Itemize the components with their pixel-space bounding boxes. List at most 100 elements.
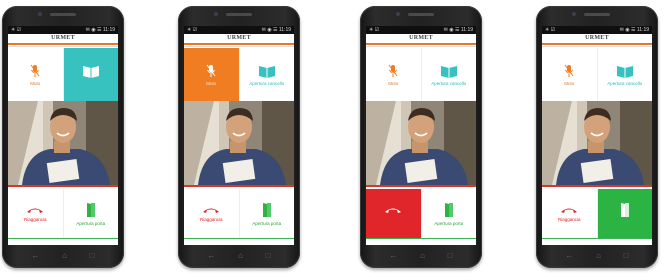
mute-button[interactable]: Muto — [542, 48, 598, 101]
front-camera — [38, 12, 42, 16]
home-icon[interactable]: ⌂ — [596, 252, 601, 260]
door-icon — [444, 202, 453, 217]
gate-icon — [440, 65, 457, 78]
mic-off-icon — [206, 64, 216, 77]
brand-logo: URMET — [409, 35, 433, 41]
door-open-button[interactable]: Apertura porta — [63, 189, 118, 238]
door-icon — [262, 202, 271, 217]
status-right: ✉ ◉ ☰ 11:19 — [443, 27, 473, 33]
gate-open-button[interactable]: Apertura cancello — [63, 48, 118, 101]
home-icon[interactable]: ⌂ — [238, 252, 243, 260]
hangup-label: Riaggancia — [23, 216, 47, 222]
status-bar: ✳ ☑ ✉ ◉ ☰ 11:19 — [184, 26, 294, 34]
brand-logo: URMET — [585, 35, 609, 41]
status-right: ✉ ◉ ☰ 11:19 — [261, 27, 291, 33]
brand-logo: URMET — [227, 35, 251, 41]
recents-icon[interactable]: □ — [624, 252, 629, 260]
door-open-button[interactable]: Apertura porta — [239, 189, 294, 238]
home-icon[interactable]: ⌂ — [420, 252, 425, 260]
mute-button[interactable]: Muto — [184, 48, 240, 101]
status-left: ✳ ☑ — [545, 27, 556, 33]
door-open-button[interactable]: Apertura porta — [597, 189, 652, 238]
speaker-grille — [50, 13, 76, 16]
mic-off-icon — [564, 64, 574, 77]
nav-bar: ← ⌂ □ — [360, 252, 482, 260]
back-icon[interactable]: ← — [389, 252, 397, 260]
mute-button[interactable]: Muto — [366, 48, 422, 101]
video-feed — [366, 101, 476, 187]
video-feed — [184, 101, 294, 187]
recents-icon[interactable]: □ — [448, 252, 453, 260]
hangup-label: Riaggancia — [557, 216, 581, 222]
gate-icon — [82, 65, 99, 78]
status-left: ✳ ☑ — [11, 27, 22, 33]
gate-open-label: Apertura cancello — [431, 80, 467, 86]
mute-label: Muto — [206, 80, 217, 86]
nav-bar: ← ⌂ □ — [178, 252, 300, 260]
mute-label: Muto — [388, 80, 399, 86]
recents-icon[interactable]: □ — [266, 252, 271, 260]
back-icon[interactable]: ← — [565, 252, 573, 260]
phone-screen: ✳ ☑ ✉ ◉ ☰ 11:19 URMET Muto Apertura canc… — [184, 26, 294, 245]
app-header: URMET — [8, 34, 118, 47]
speaker-grille — [226, 13, 252, 16]
speaker-grille — [584, 13, 610, 16]
app-header: URMET — [184, 34, 294, 47]
front-camera — [214, 12, 218, 16]
nav-bar: ← ⌂ □ — [2, 252, 124, 260]
gate-open-button[interactable]: Apertura cancello — [421, 48, 476, 101]
divider — [542, 238, 652, 239]
mic-off-icon — [388, 64, 398, 77]
door-icon — [620, 202, 629, 217]
status-bar: ✳ ☑ ✉ ◉ ☰ 11:19 — [8, 26, 118, 34]
gate-open-button[interactable]: Apertura cancello — [597, 48, 652, 101]
visitor-image — [184, 101, 294, 185]
divider — [184, 238, 294, 239]
hangup-icon — [561, 208, 578, 213]
recents-icon[interactable]: □ — [90, 252, 95, 260]
hangup-icon — [203, 208, 220, 213]
gate-open-button[interactable]: Apertura cancello — [239, 48, 294, 101]
hangup-label: Riaggancia — [199, 216, 223, 222]
visitor-image — [366, 101, 476, 185]
gate-open-label: Apertura cancello — [607, 80, 643, 86]
hangup-button[interactable]: Riaggancia — [184, 189, 240, 238]
home-icon[interactable]: ⌂ — [62, 252, 67, 260]
status-right: ✉ ◉ ☰ 11:19 — [85, 27, 115, 33]
nav-bar: ← ⌂ □ — [536, 252, 658, 260]
phone-4: ✳ ☑ ✉ ◉ ☰ 11:19 URMET Muto Apertura canc… — [536, 6, 658, 268]
speaker-grille — [408, 13, 434, 16]
visitor-image — [8, 101, 118, 185]
back-icon[interactable]: ← — [207, 252, 215, 260]
mute-button[interactable]: Muto — [8, 48, 64, 101]
gate-icon — [616, 65, 633, 78]
gate-open-label: Apertura cancello — [73, 80, 109, 86]
phone-screen: ✳ ☑ ✉ ◉ ☰ 11:19 URMET Muto Apertura canc… — [366, 26, 476, 245]
app-header: URMET — [366, 34, 476, 47]
door-open-label: Apertura porta — [76, 220, 106, 226]
front-camera — [396, 12, 400, 16]
status-bar: ✳ ☑ ✉ ◉ ☰ 11:19 — [542, 26, 652, 34]
gate-icon — [258, 65, 275, 78]
phone-screen: ✳ ☑ ✉ ◉ ☰ 11:19 URMET Muto Apertura canc… — [8, 26, 118, 245]
status-left: ✳ ☑ — [187, 27, 198, 33]
door-open-label: Apertura porta — [610, 220, 640, 226]
phone-1: ✳ ☑ ✉ ◉ ☰ 11:19 URMET Muto Apertura canc… — [2, 6, 124, 268]
hangup-button[interactable]: Riaggancia — [8, 189, 64, 238]
mute-label: Muto — [564, 80, 575, 86]
door-open-button[interactable]: Apertura porta — [421, 189, 476, 238]
phone-screen: ✳ ☑ ✉ ◉ ☰ 11:19 URMET Muto Apertura canc… — [542, 26, 652, 245]
divider — [8, 238, 118, 239]
door-open-label: Apertura porta — [434, 220, 464, 226]
hangup-icon — [385, 208, 402, 213]
back-icon[interactable]: ← — [31, 252, 39, 260]
front-camera — [572, 12, 576, 16]
door-open-label: Apertura porta — [252, 220, 282, 226]
visitor-image — [542, 101, 652, 185]
hangup-button[interactable]: Riaggancia — [542, 189, 598, 238]
hangup-label: Riaggancia — [381, 216, 405, 222]
hangup-button[interactable]: Riaggancia — [366, 189, 422, 238]
status-bar: ✳ ☑ ✉ ◉ ☰ 11:19 — [366, 26, 476, 34]
video-feed — [8, 101, 118, 187]
phone-3: ✳ ☑ ✉ ◉ ☰ 11:19 URMET Muto Apertura canc… — [360, 6, 482, 268]
